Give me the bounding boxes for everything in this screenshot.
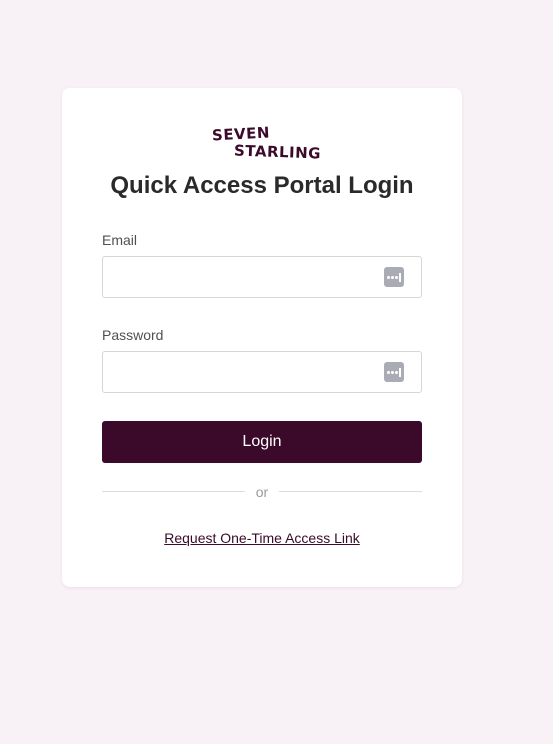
password-field-wrapper — [102, 351, 422, 393]
divider-line-right — [279, 491, 422, 492]
request-access-link[interactable]: Request One-Time Access Link — [164, 530, 360, 546]
password-manager-icon[interactable] — [384, 267, 404, 287]
seven-starling-logo: SEVEN STARLING — [212, 123, 322, 166]
login-button[interactable]: Login — [102, 421, 422, 463]
email-field-wrapper — [102, 256, 422, 298]
access-link-container: Request One-Time Access Link — [62, 530, 462, 546]
divider-text: or — [255, 484, 269, 500]
email-label: Email — [102, 232, 138, 248]
email-field[interactable] — [103, 257, 397, 297]
logo-line-2: STARLING — [233, 141, 322, 163]
password-label: Password — [102, 327, 164, 343]
password-field[interactable] — [103, 352, 397, 392]
login-card: SEVEN STARLING Quick Access Portal Login… — [62, 88, 462, 587]
password-manager-icon[interactable] — [384, 362, 404, 382]
or-divider: or — [102, 483, 422, 501]
page-title: Quick Access Portal Login — [110, 172, 414, 199]
